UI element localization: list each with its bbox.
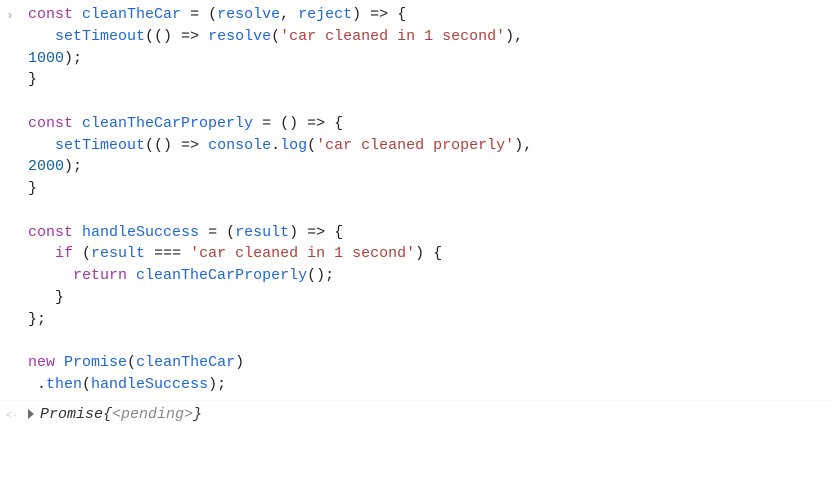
code-token: setTimeout xyxy=(55,28,145,45)
code-token: ), xyxy=(514,137,541,154)
code-token: { xyxy=(388,6,406,23)
code-token: log xyxy=(280,137,307,154)
code-token: resolve xyxy=(208,28,271,45)
code-token: => xyxy=(181,137,199,154)
code-token: ) xyxy=(352,6,370,23)
brace-close: } xyxy=(193,404,202,426)
input-prompt-icon: › xyxy=(6,4,28,27)
code-token: ( xyxy=(271,28,280,45)
code-token: . xyxy=(271,137,280,154)
code-token: => xyxy=(181,28,199,45)
code-token: { xyxy=(325,224,343,241)
promise-state: <pending> xyxy=(112,404,193,426)
code-token: ), xyxy=(505,28,532,45)
code-token: => xyxy=(370,6,388,23)
code-token: ) xyxy=(289,224,307,241)
code-token xyxy=(55,354,64,371)
code-token: (); xyxy=(307,267,334,284)
code-token: ); xyxy=(64,158,82,175)
console-input-row[interactable]: › const cleanTheCar = (resolve, reject) … xyxy=(0,0,832,401)
code-token xyxy=(73,115,82,132)
code-token: () xyxy=(271,115,307,132)
code-token: 1000 xyxy=(28,50,64,67)
code-token xyxy=(199,28,208,45)
code-token: ( xyxy=(217,224,235,241)
code-token xyxy=(127,267,136,284)
code-token: setTimeout xyxy=(55,137,145,154)
code-token: => xyxy=(307,224,325,241)
code-token: if xyxy=(55,245,73,262)
code-token xyxy=(181,245,190,262)
code-token: } xyxy=(28,71,37,88)
code-token: 2000 xyxy=(28,158,64,175)
code-token: { xyxy=(325,115,343,132)
code-token: } xyxy=(28,180,37,197)
code-token: ); xyxy=(64,50,82,67)
code-token xyxy=(73,224,82,241)
code-token: ( xyxy=(82,376,91,393)
code-token: cleanTheCarProperly xyxy=(136,267,307,284)
code-token: ( xyxy=(73,245,91,262)
code-token xyxy=(28,267,73,284)
code-token: }; xyxy=(28,311,46,328)
code-token xyxy=(145,245,154,262)
code-token xyxy=(73,6,82,23)
code-token xyxy=(28,28,55,45)
code-token: const xyxy=(28,6,73,23)
code-token: 'car cleaned properly' xyxy=(316,137,514,154)
code-token: then xyxy=(46,376,82,393)
code-token xyxy=(253,115,262,132)
promise-label: Promise xyxy=(40,404,103,426)
code-token: } xyxy=(28,289,64,306)
code-token: Promise xyxy=(64,354,127,371)
code-token: resolve xyxy=(217,6,280,23)
console-output-row[interactable]: <· Promise { <pending> } xyxy=(0,401,832,429)
code-token: return xyxy=(73,267,127,284)
code-token: ) xyxy=(235,354,244,371)
code-token: reject xyxy=(298,6,352,23)
code-token: cleanTheCarProperly xyxy=(82,115,253,132)
code-token xyxy=(28,137,55,154)
code-token: console xyxy=(208,137,271,154)
code-token: const xyxy=(28,224,73,241)
code-token: 'car cleaned in 1 second' xyxy=(190,245,415,262)
code-token: handleSuccess xyxy=(82,224,199,241)
expand-toggle-icon[interactable] xyxy=(28,409,34,419)
code-token: ) { xyxy=(415,245,442,262)
code-token: ( xyxy=(307,137,316,154)
code-token xyxy=(199,224,208,241)
output-prompt-icon: <· xyxy=(6,404,28,426)
code-token: ); xyxy=(208,376,226,393)
code-token: new xyxy=(28,354,55,371)
code-token: (() xyxy=(145,137,181,154)
code-token: === xyxy=(154,245,181,262)
code-token: 'car cleaned in 1 second' xyxy=(280,28,505,45)
code-token: cleanTheCar xyxy=(82,6,181,23)
code-token: ( xyxy=(127,354,136,371)
code-token: result xyxy=(91,245,145,262)
code-token: . xyxy=(28,376,46,393)
code-token: cleanTheCar xyxy=(136,354,235,371)
code-token xyxy=(181,6,190,23)
code-token: const xyxy=(28,115,73,132)
code-token: = xyxy=(208,224,217,241)
code-token: = xyxy=(262,115,271,132)
code-token xyxy=(28,245,55,262)
code-token: result xyxy=(235,224,289,241)
code-token: => xyxy=(307,115,325,132)
code-input-area[interactable]: const cleanTheCar = (resolve, reject) =>… xyxy=(28,4,832,396)
code-token: handleSuccess xyxy=(91,376,208,393)
brace-open: { xyxy=(103,404,112,426)
code-token: ( xyxy=(199,6,217,23)
code-token: , xyxy=(280,6,298,23)
code-token xyxy=(199,137,208,154)
code-token: = xyxy=(190,6,199,23)
code-token: (() xyxy=(145,28,181,45)
